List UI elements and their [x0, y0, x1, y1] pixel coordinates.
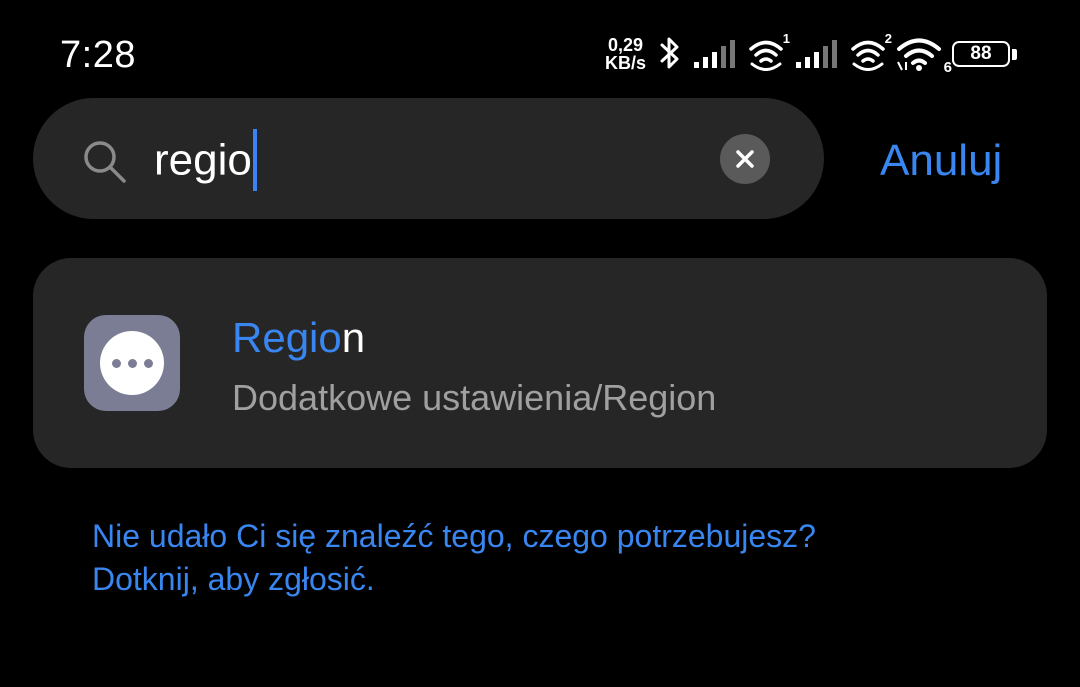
sim2-label: 2 [884, 31, 892, 46]
feedback-line-1: Nie udało Ci się znaleźć tego, czego pot… [92, 518, 816, 554]
wifi-label: 6 [943, 59, 952, 76]
result-title-match: Regio [232, 314, 342, 361]
cancel-button[interactable]: Anuluj [880, 136, 1002, 186]
close-icon [736, 150, 754, 168]
sim1-label: 1 [782, 31, 790, 46]
search-result-item[interactable] [33, 258, 1047, 468]
signal-icon [694, 40, 735, 68]
clear-search-button[interactable] [720, 134, 770, 184]
status-bar: 7:28 0,29 KB/s 1 2 6 88 [0, 0, 1080, 100]
text-caret [252, 129, 257, 191]
result-title-rest: n [341, 314, 366, 361]
network-speed-value: 0,29 [607, 35, 644, 55]
search-input[interactable]: regio [154, 129, 257, 191]
search-icon [84, 141, 126, 183]
result-path: Dodatkowe ustawienia/Region [232, 377, 717, 418]
network-speed: 0,29 KB/s [605, 36, 646, 72]
battery-icon: 88 [952, 39, 1018, 69]
wifi-calling-1: 1 [748, 31, 790, 71]
more-icon [84, 315, 180, 411]
search-query: regio [154, 135, 252, 185]
wifi-status: 6 [896, 36, 952, 76]
bluetooth-icon [660, 37, 679, 69]
wifi-icon [897, 38, 941, 71]
status-icons: 0,29 KB/s 1 2 6 88 [605, 30, 1018, 78]
clock: 7:28 [60, 34, 136, 76]
battery-level: 88 [952, 41, 1010, 67]
result-title: Region [232, 314, 365, 362]
feedback-line-2: Dotknij, aby zgłosić. [92, 561, 375, 597]
feedback-link[interactable]: Nie udało Ci się znaleźć tego, czego pot… [92, 515, 816, 601]
wifi-calling-icon [851, 40, 885, 71]
network-speed-unit: KB/s [604, 53, 646, 73]
wifi-calling-2: 2 [850, 31, 892, 71]
wifi-calling-icon [749, 40, 783, 71]
search-bar[interactable] [33, 98, 824, 219]
signal-icon [796, 40, 837, 68]
